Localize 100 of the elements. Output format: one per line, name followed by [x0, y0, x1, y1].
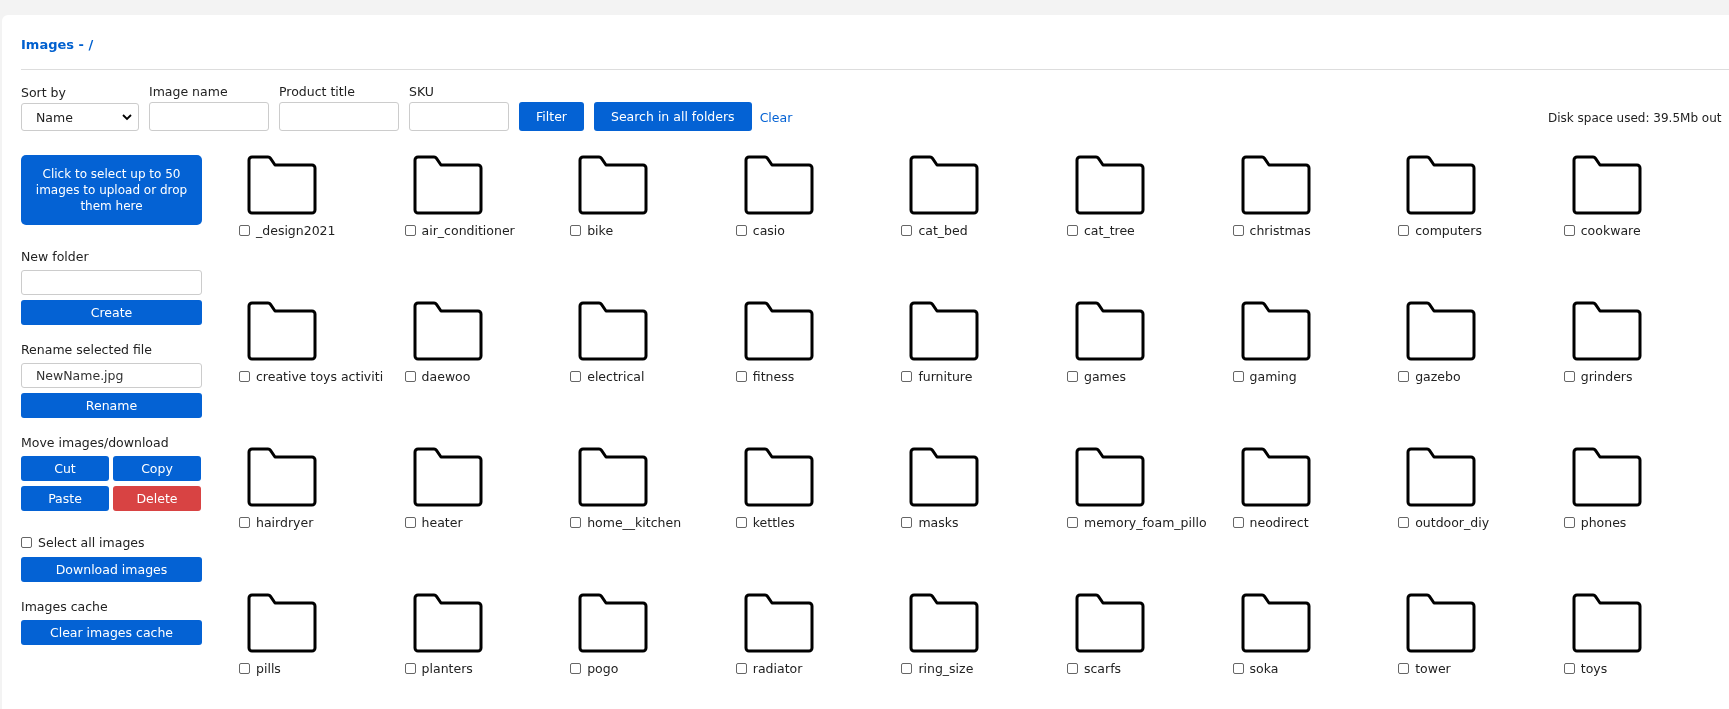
checkbox[interactable]: [901, 371, 913, 382]
folder-name: phones: [1580, 515, 1627, 530]
folder-icon[interactable]: [1240, 447, 1311, 507]
checkbox[interactable]: [404, 517, 416, 528]
folder-icon[interactable]: [1240, 301, 1311, 361]
checkbox[interactable]: [1066, 663, 1078, 674]
search-all-button[interactable]: Search in all folders: [593, 102, 752, 131]
input-field[interactable]: [21, 270, 202, 295]
checkbox[interactable]: [1563, 225, 1575, 236]
checkbox[interactable]: [570, 225, 582, 236]
cut-button[interactable]: Cut: [21, 456, 109, 481]
checkbox[interactable]: [1398, 371, 1410, 382]
folder-icon[interactable]: [412, 447, 483, 507]
folder-icon[interactable]: [578, 593, 649, 653]
folder-name: _design2021: [256, 223, 336, 238]
filter-button[interactable]: Filter: [519, 102, 584, 131]
folder-icon[interactable]: [1240, 155, 1311, 215]
folder-icon[interactable]: [1571, 593, 1642, 653]
folder-icon[interactable]: [247, 301, 317, 361]
input-field[interactable]: NewName.jpg: [21, 363, 202, 388]
checkbox[interactable]: [1066, 371, 1078, 382]
input-field[interactable]: [409, 102, 509, 131]
checkbox[interactable]: [1232, 371, 1244, 382]
folder-icon[interactable]: [909, 301, 980, 361]
checkbox[interactable]: [1232, 663, 1244, 674]
sort-dropdown[interactable]: Name: [21, 103, 139, 131]
folder-icon[interactable]: [247, 155, 317, 215]
checkbox[interactable]: [1232, 225, 1244, 236]
folder-icon[interactable]: [1571, 155, 1642, 215]
folder-name: casio: [752, 223, 785, 238]
checkbox[interactable]: [570, 371, 582, 382]
folder-icon[interactable]: [578, 155, 649, 215]
folder-icon[interactable]: [1406, 301, 1477, 361]
checkbox[interactable]: [239, 225, 250, 236]
upload-button[interactable]: Click to select up to 50 images to upload or drop them here: [21, 155, 202, 225]
folder-name: grinders: [1580, 369, 1633, 384]
folder-icon[interactable]: [909, 447, 980, 507]
rename-button[interactable]: Rename: [21, 393, 202, 418]
folder-icon[interactable]: [412, 593, 483, 653]
checkbox[interactable]: [404, 663, 416, 674]
checkbox[interactable]: [239, 663, 250, 674]
clear-link[interactable]: Clear: [759, 110, 793, 125]
folder-icon[interactable]: [412, 155, 483, 215]
checkbox[interactable]: [901, 663, 913, 674]
create-button[interactable]: Create: [21, 300, 202, 325]
folder-icon[interactable]: [1571, 301, 1642, 361]
clear-cache-button[interactable]: Clear images cache: [21, 620, 202, 645]
checkbox[interactable]: [404, 371, 416, 382]
folder-name: ring_size: [918, 661, 974, 676]
folder-icon[interactable]: [1074, 447, 1145, 507]
checkbox[interactable]: [735, 517, 747, 528]
copy-button[interactable]: Copy: [113, 456, 201, 481]
folder-icon[interactable]: [1571, 447, 1642, 507]
folder-icon[interactable]: [1240, 593, 1311, 653]
folder-icon[interactable]: [743, 155, 814, 215]
folder-icon[interactable]: [1406, 155, 1477, 215]
folder-icon[interactable]: [909, 593, 980, 653]
delete-button[interactable]: Delete: [113, 486, 201, 511]
folder-name: home__kitchen: [587, 515, 682, 530]
checkbox[interactable]: [1563, 663, 1575, 674]
checkbox[interactable]: [1232, 517, 1244, 528]
checkbox[interactable]: [239, 371, 250, 382]
checkbox[interactable]: [1398, 663, 1410, 674]
folder-icon[interactable]: [1074, 301, 1145, 361]
checkbox[interactable]: [1563, 371, 1575, 382]
checkbox[interactable]: [570, 517, 582, 528]
checkbox[interactable]: [404, 225, 416, 236]
checkbox[interactable]: [901, 225, 913, 236]
folder-icon[interactable]: [743, 301, 814, 361]
checkbox[interactable]: [901, 517, 913, 528]
folder-icon[interactable]: [1406, 593, 1477, 653]
folder-icon[interactable]: [247, 593, 317, 653]
checkbox[interactable]: [735, 663, 747, 674]
folder-icon[interactable]: [578, 447, 649, 507]
paste-button[interactable]: Paste: [21, 486, 109, 511]
checkbox[interactable]: [570, 663, 582, 674]
folder-icon[interactable]: [909, 155, 980, 215]
checkbox[interactable]: [1398, 517, 1410, 528]
checkbox[interactable]: [1398, 225, 1410, 236]
download-button[interactable]: Download images: [21, 557, 202, 582]
folder-name: toys: [1580, 661, 1608, 676]
folder-icon[interactable]: [1406, 447, 1477, 507]
folder-icon[interactable]: [743, 593, 814, 653]
folder-icon[interactable]: [743, 447, 814, 507]
input-field[interactable]: [279, 102, 399, 131]
checkbox[interactable]: [735, 225, 747, 236]
caret-icon: [122, 113, 132, 121]
folder-icon[interactable]: [247, 447, 317, 507]
checkbox[interactable]: [1066, 225, 1078, 236]
checkbox[interactable]: [21, 537, 32, 548]
folder-icon[interactable]: [578, 301, 649, 361]
folder-icon[interactable]: [1074, 593, 1145, 653]
checkbox[interactable]: [239, 517, 250, 528]
checkbox[interactable]: [1066, 517, 1078, 528]
folder-icon[interactable]: [1074, 155, 1145, 215]
checkbox[interactable]: [735, 371, 747, 382]
checkbox[interactable]: [1563, 517, 1575, 528]
input-field[interactable]: [149, 102, 269, 131]
field-label: Images cache: [21, 599, 109, 614]
folder-icon[interactable]: [412, 301, 483, 361]
